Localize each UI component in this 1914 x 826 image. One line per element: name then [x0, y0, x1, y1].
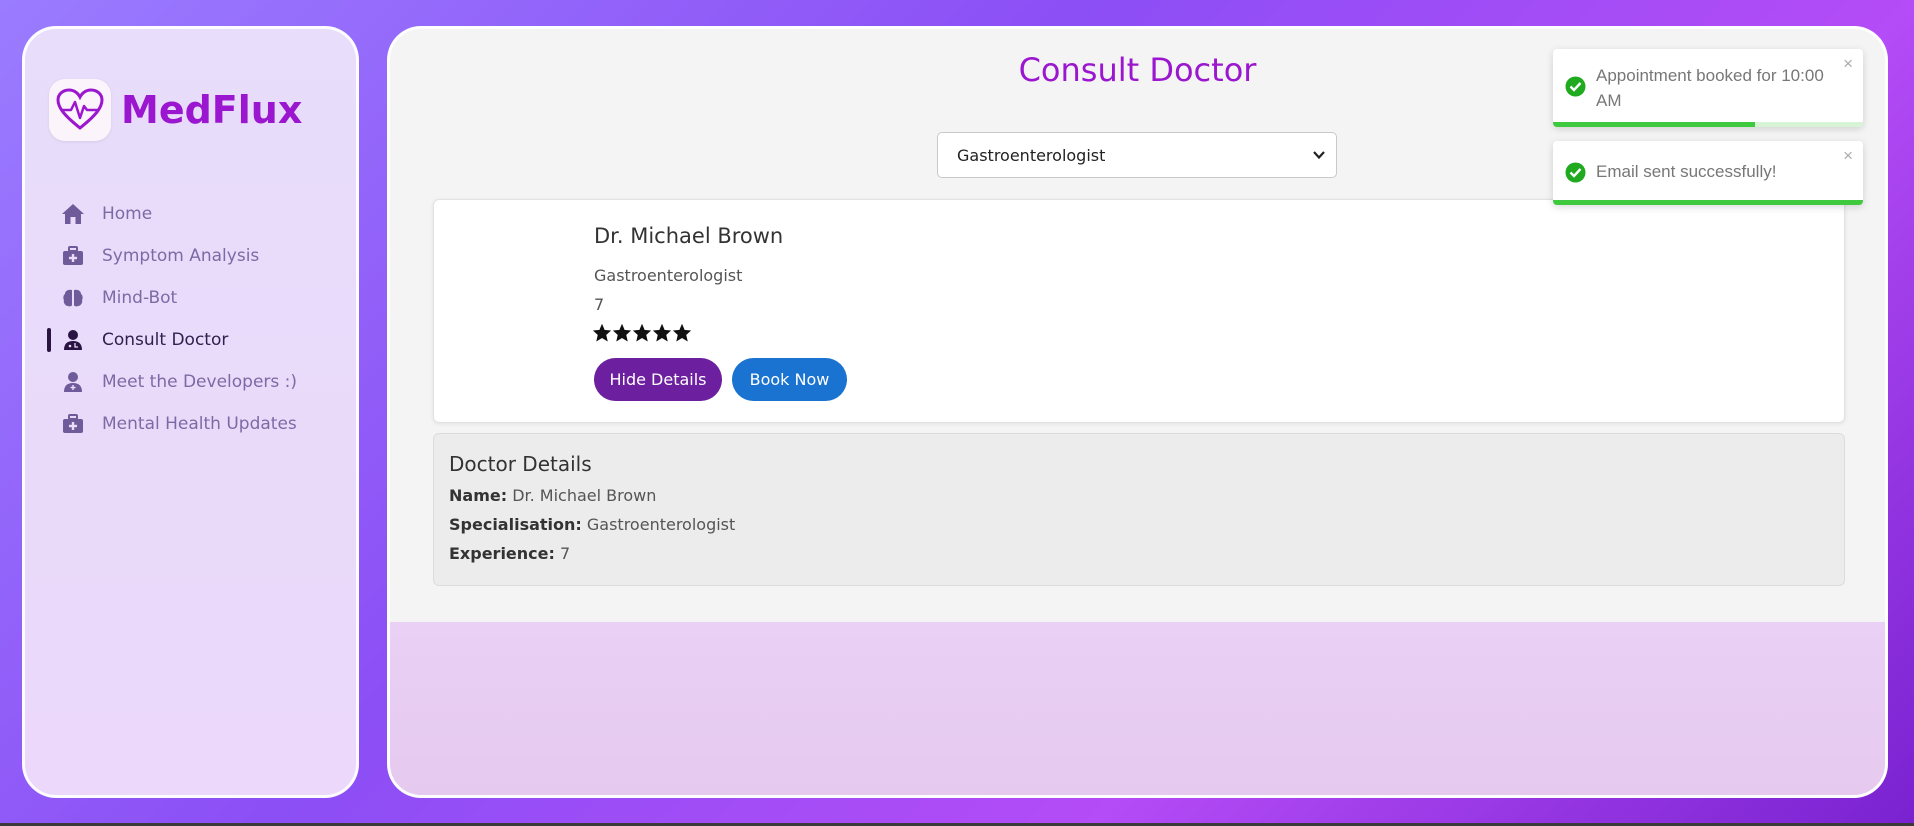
toast-message: Email sent successfully! — [1596, 162, 1777, 181]
doctor-card: Dr. Michael Brown Gastroenterologist 7 H… — [433, 199, 1845, 423]
detail-name-label: Name: — [449, 486, 508, 505]
detail-exp-row: Experience: 7 — [449, 544, 570, 563]
brand-name: MedFlux — [121, 88, 303, 132]
doctor-experience: 7 — [594, 295, 605, 314]
sidebar-item-label: Home — [102, 204, 153, 224]
toast-progress-bar — [1553, 122, 1755, 127]
doctor-name: Dr. Michael Brown — [594, 224, 784, 248]
star-icon — [632, 323, 652, 342]
sidebar-item-label: Mental Health Updates — [102, 414, 297, 434]
detail-spec-value: Gastroenterologist — [586, 515, 736, 534]
sidebar-item-home[interactable]: Home — [47, 193, 337, 235]
close-icon[interactable]: × — [1843, 146, 1853, 166]
star-icon — [612, 323, 632, 342]
doctor-specialisation: Gastroenterologist — [594, 266, 743, 285]
user-doctor-icon — [61, 370, 85, 394]
sidebar-item-label: Symptom Analysis — [102, 246, 260, 266]
heart-pulse-icon — [49, 79, 111, 141]
detail-spec-label: Specialisation: — [449, 515, 582, 534]
medkit-icon — [61, 244, 85, 268]
check-circle-icon — [1565, 76, 1586, 101]
brand[interactable]: MedFlux — [49, 79, 302, 141]
sidebar-item-mind-bot[interactable]: Mind-Bot — [47, 277, 337, 319]
sidebar-item-meet-developers[interactable]: Meet the Developers :) — [47, 361, 337, 403]
close-icon[interactable]: × — [1843, 54, 1853, 74]
detail-spec-row: Specialisation: Gastroenterologist — [449, 515, 735, 534]
sidebar-nav: Home Symptom Analysis Mind-Bot Consult D… — [47, 193, 337, 445]
chevron-down-icon — [1312, 147, 1326, 166]
specialty-select[interactable]: Gastroenterologist — [937, 132, 1337, 178]
star-icon — [592, 323, 612, 342]
detail-name-row: Name: Dr. Michael Brown — [449, 486, 656, 505]
sidebar: MedFlux Home Symptom Analysis Mind-Bot C… — [22, 26, 359, 798]
sidebar-item-label: Consult Doctor — [102, 330, 229, 350]
star-icon — [652, 323, 672, 342]
toast-progress-track — [1553, 200, 1863, 205]
sidebar-item-label: Mind-Bot — [102, 288, 178, 308]
star-icon — [672, 323, 692, 342]
detail-exp-label: Experience: — [449, 544, 555, 563]
book-now-button[interactable]: Book Now — [732, 358, 847, 401]
sidebar-item-label: Meet the Developers :) — [102, 372, 298, 392]
specialty-select-value: Gastroenterologist — [957, 145, 1106, 165]
toast-progress-bar — [1553, 200, 1863, 205]
hide-details-button[interactable]: Hide Details — [594, 358, 722, 401]
home-icon — [61, 202, 85, 226]
sidebar-item-consult-doctor[interactable]: Consult Doctor — [47, 319, 337, 361]
medkit-icon — [61, 412, 85, 436]
details-title: Doctor Details — [449, 452, 592, 476]
brain-icon — [61, 286, 85, 310]
toast-progress-track — [1553, 122, 1863, 127]
detail-name-value: Dr. Michael Brown — [512, 486, 657, 505]
main-lower-area — [390, 622, 1885, 795]
check-circle-icon — [1565, 162, 1586, 187]
sidebar-item-symptom-analysis[interactable]: Symptom Analysis — [47, 235, 337, 277]
detail-exp-value: 7 — [560, 544, 571, 563]
doctor-details-panel: Doctor Details Name: Dr. Michael Brown S… — [433, 433, 1845, 586]
doctor-icon — [61, 328, 85, 352]
sidebar-item-mental-health-updates[interactable]: Mental Health Updates — [47, 403, 337, 445]
toast-message: Appointment booked for 10:00 AM — [1596, 66, 1824, 110]
toast-appointment-booked: Appointment booked for 10:00 AM × — [1553, 49, 1863, 127]
rating-stars — [592, 323, 692, 342]
toast-email-sent: Email sent successfully! × — [1553, 141, 1863, 205]
